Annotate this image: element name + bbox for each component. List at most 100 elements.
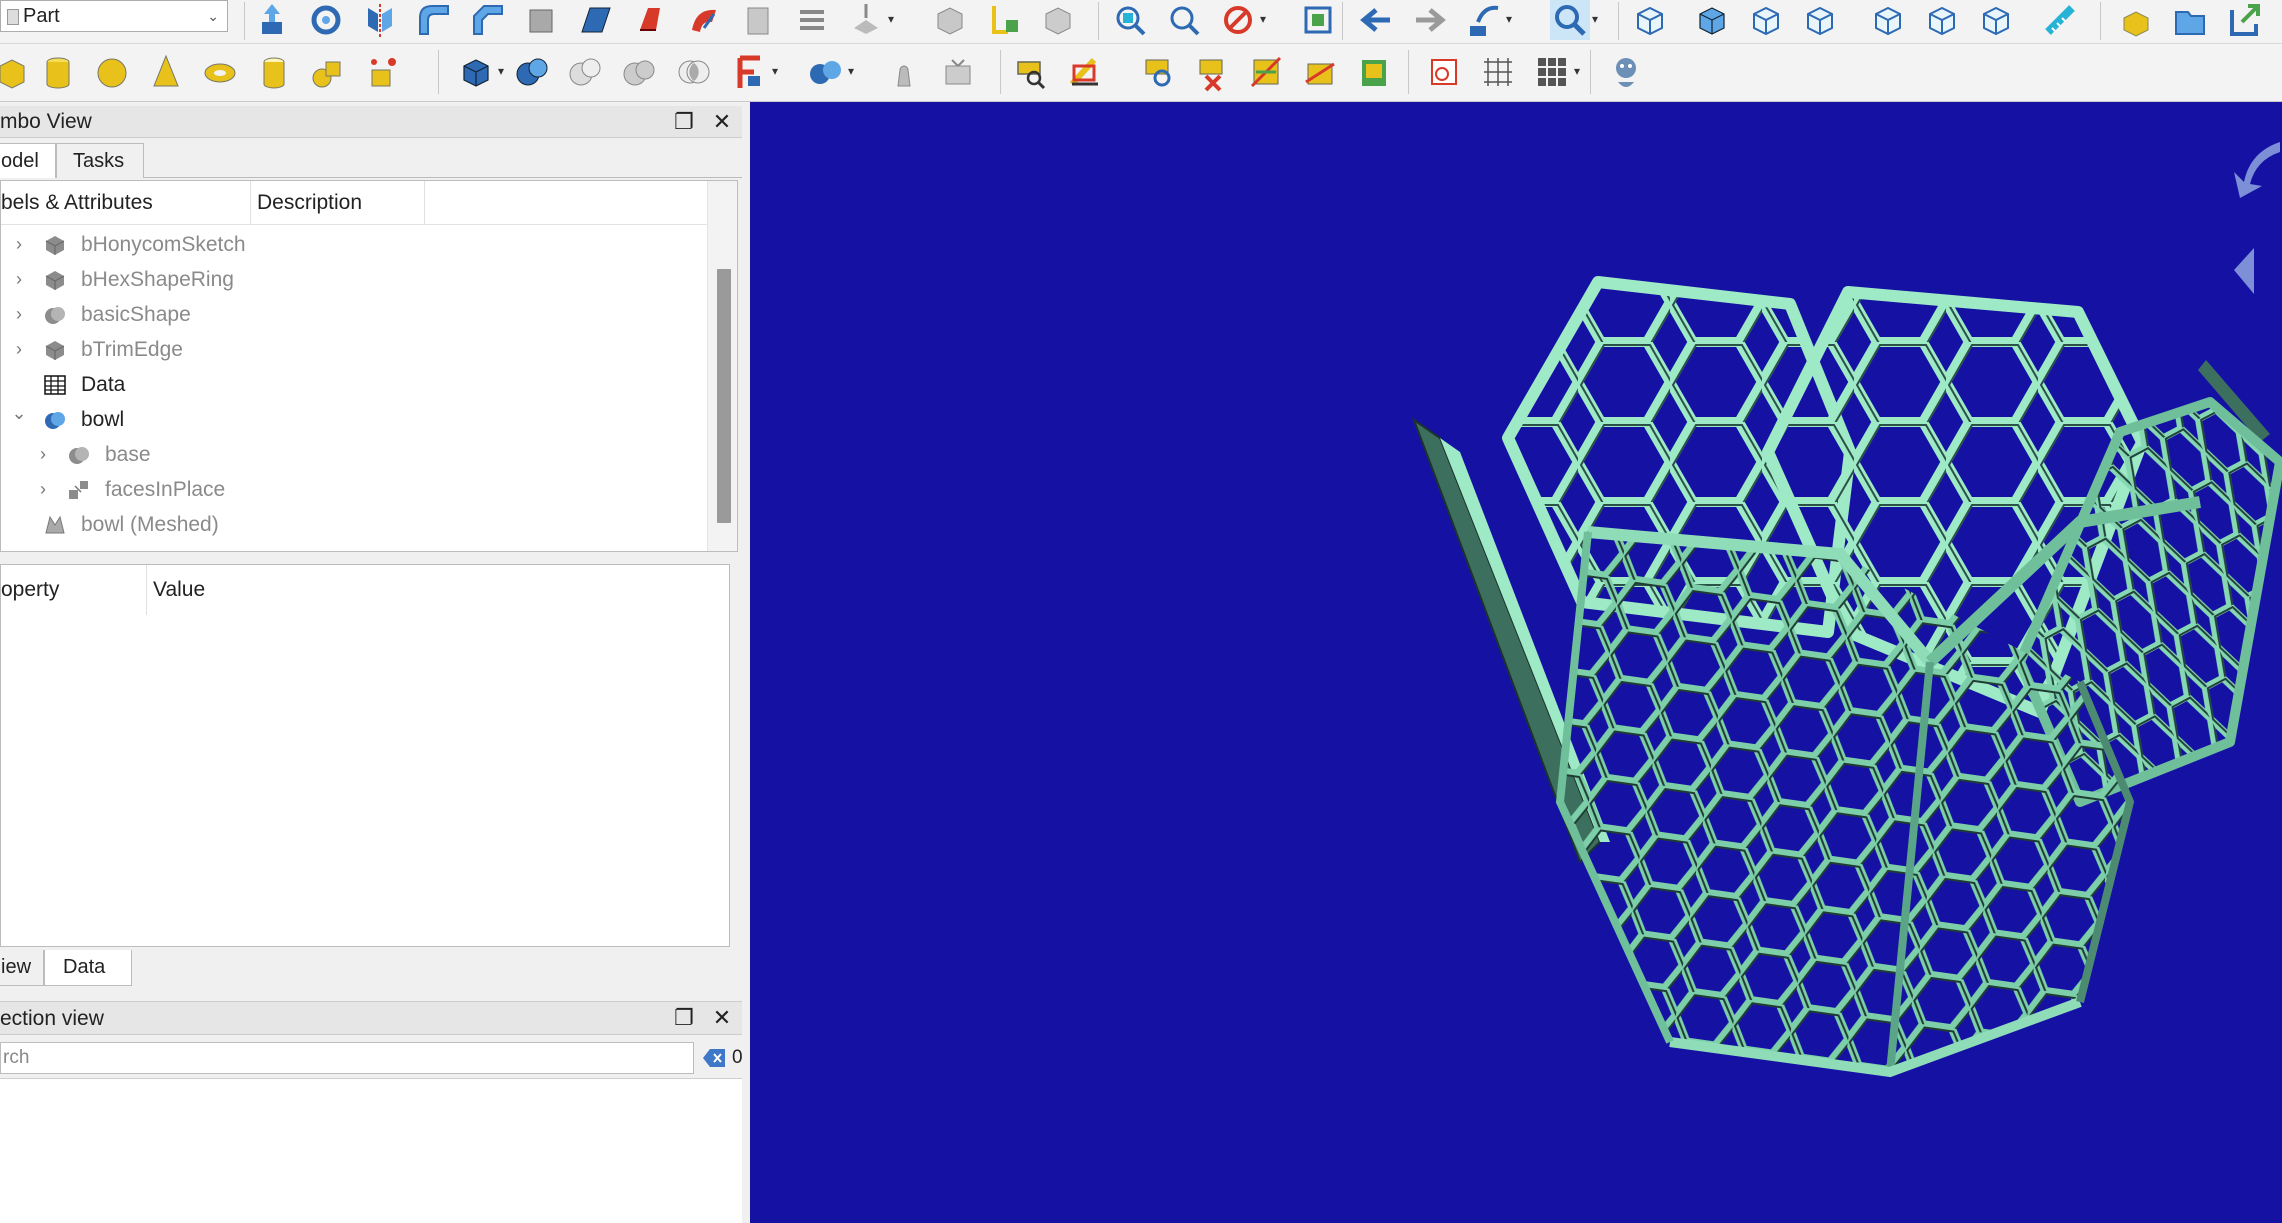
compound-tools-icon[interactable] xyxy=(456,52,496,92)
join-features-icon[interactable] xyxy=(806,52,846,92)
link-icon[interactable] xyxy=(2224,0,2264,40)
tree-scrollbar[interactable] xyxy=(707,181,737,551)
nav-cube-arrows[interactable] xyxy=(2234,142,2280,294)
measure-clear-icon[interactable] xyxy=(1192,52,1232,92)
tree-item[interactable]: › bTrimEdge xyxy=(1,332,707,367)
measure-toggle-all-icon[interactable] xyxy=(1246,52,1286,92)
cross-sections-icon[interactable] xyxy=(792,0,832,40)
measure-refresh-icon[interactable] xyxy=(1138,52,1178,92)
addon-manager-icon[interactable] xyxy=(1606,52,1646,92)
chevron-right-icon[interactable]: › xyxy=(11,332,27,367)
loft-icon[interactable] xyxy=(630,0,670,40)
rotate-arrow-icon[interactable] xyxy=(2234,142,2280,198)
chevron-right-icon[interactable]: › xyxy=(11,227,27,262)
cone-primitive-icon[interactable] xyxy=(146,52,186,92)
make-face-icon[interactable] xyxy=(522,0,562,40)
float-panel-icon[interactable]: ❐ xyxy=(672,106,696,138)
tree-item[interactable]: › facesInPlace xyxy=(1,472,707,507)
view-left-icon[interactable] xyxy=(1976,0,2016,40)
float-panel-icon[interactable]: ❐ xyxy=(672,1002,696,1034)
new-group-icon[interactable] xyxy=(2170,0,2210,40)
common-icon[interactable] xyxy=(674,52,714,92)
chevron-right-icon[interactable]: › xyxy=(35,437,51,472)
view-isometric-icon[interactable] xyxy=(1630,0,1670,40)
sweep-icon[interactable] xyxy=(684,0,724,40)
cut-icon[interactable] xyxy=(566,52,606,92)
tree-item[interactable]: ⌄ bowl xyxy=(1,402,707,437)
chevron-down-icon[interactable]: ⌄ xyxy=(11,396,27,431)
new-part-icon[interactable] xyxy=(2116,0,2156,40)
defeaturing-icon[interactable] xyxy=(938,52,978,92)
fuse-icon[interactable] xyxy=(620,52,660,92)
measure-toggle-3d-icon[interactable] xyxy=(1300,52,1340,92)
view-top-icon[interactable] xyxy=(1746,0,1786,40)
tab-data[interactable]: Data xyxy=(44,950,132,986)
draw-style-icon[interactable] xyxy=(1218,0,1258,40)
view-right-icon[interactable] xyxy=(1800,0,1840,40)
tree-column-labels[interactable]: bels & Attributes xyxy=(1,181,251,225)
tab-model[interactable]: odel xyxy=(0,143,56,178)
back-arrow-icon[interactable] xyxy=(1356,0,1396,40)
dropdown-arrow-icon[interactable]: ▾ xyxy=(1506,12,1512,26)
projection-icon[interactable] xyxy=(984,0,1024,40)
clear-search-icon[interactable] xyxy=(702,1046,728,1070)
extrude-icon[interactable] xyxy=(252,0,292,40)
view-rear-icon[interactable] xyxy=(1868,0,1908,40)
dropdown-arrow-icon[interactable]: ▾ xyxy=(772,64,778,78)
measure-toggle-delta-icon[interactable] xyxy=(1354,52,1394,92)
dropdown-arrow-icon[interactable]: ▾ xyxy=(498,64,504,78)
tab-tasks[interactable]: Tasks xyxy=(56,143,144,178)
dropdown-arrow-icon[interactable]: ▾ xyxy=(1592,12,1598,26)
boolean-icon[interactable] xyxy=(512,52,552,92)
offset-icon[interactable] xyxy=(846,0,886,40)
view-front-icon[interactable] xyxy=(1692,0,1732,40)
section-icon[interactable] xyxy=(738,0,778,40)
cube-primitive-icon[interactable] xyxy=(0,52,32,92)
tree-item[interactable]: bowl (Meshed) xyxy=(1,507,707,542)
dropdown-arrow-icon[interactable]: ▾ xyxy=(848,64,854,78)
chamfer-icon[interactable] xyxy=(468,0,508,40)
close-panel-icon[interactable]: ✕ xyxy=(710,1002,734,1034)
tab-view[interactable]: iew xyxy=(0,950,44,986)
primitives-icon[interactable] xyxy=(308,52,348,92)
revolve-icon[interactable] xyxy=(306,0,346,40)
split-icon[interactable] xyxy=(730,52,770,92)
property-column[interactable]: operty xyxy=(1,565,147,615)
workbench-link-icon[interactable] xyxy=(1464,0,1504,40)
chevron-right-icon[interactable]: › xyxy=(11,262,27,297)
snap-grid-icon[interactable] xyxy=(1532,52,1572,92)
bounding-box-icon[interactable] xyxy=(1298,0,1338,40)
dropdown-arrow-icon[interactable]: ▾ xyxy=(888,12,894,26)
view-bottom-icon[interactable] xyxy=(1922,0,1962,40)
tube-primitive-icon[interactable] xyxy=(254,52,294,92)
forward-arrow-icon[interactable] xyxy=(1410,0,1450,40)
shape-builder-icon[interactable] xyxy=(362,52,402,92)
selection-search-input[interactable]: rch xyxy=(0,1042,694,1074)
tree-item[interactable]: › bHonycomSketch xyxy=(1,227,707,262)
mirror-icon[interactable] xyxy=(360,0,400,40)
measure-icon[interactable] xyxy=(2040,0,2080,40)
zoom-icon[interactable] xyxy=(1550,0,1590,40)
dropdown-arrow-icon[interactable]: ▾ xyxy=(1260,12,1266,26)
attachment-editor-icon[interactable] xyxy=(1424,52,1464,92)
dropdown-arrow-icon[interactable]: ▾ xyxy=(1574,64,1580,78)
cylinder-primitive-icon[interactable] xyxy=(38,52,78,92)
tree-item[interactable]: › base xyxy=(1,437,707,472)
view-fit-selection-icon[interactable] xyxy=(1164,0,1204,40)
sphere-primitive-icon[interactable] xyxy=(92,52,132,92)
grid-toggle-icon[interactable] xyxy=(1478,52,1518,92)
chevron-right-icon[interactable]: › xyxy=(35,472,51,507)
close-panel-icon[interactable]: ✕ xyxy=(710,106,734,138)
measure-linear-icon[interactable] xyxy=(1010,52,1050,92)
tree-column-description[interactable]: Description xyxy=(251,181,425,225)
check-geometry-icon[interactable] xyxy=(884,52,924,92)
color-per-face-icon[interactable] xyxy=(1038,0,1078,40)
3d-viewport[interactable] xyxy=(750,102,2282,1223)
torus-primitive-icon[interactable] xyxy=(200,52,240,92)
nav-left-arrow-icon[interactable] xyxy=(2234,248,2254,294)
value-column[interactable]: Value xyxy=(147,565,257,615)
tree-item[interactable]: › bHexShapeRing xyxy=(1,262,707,297)
tree-item[interactable]: Data xyxy=(1,367,707,402)
scrollbar-thumb[interactable] xyxy=(717,269,731,523)
fillet-icon[interactable] xyxy=(414,0,454,40)
